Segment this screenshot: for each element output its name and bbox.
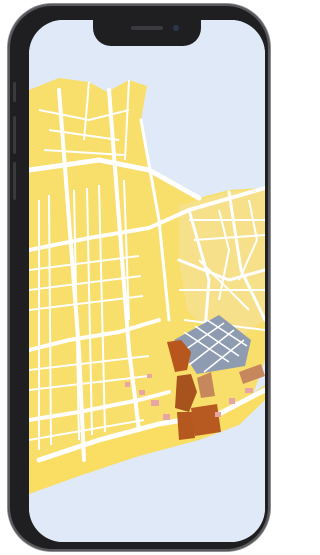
map-screen[interactable] xyxy=(29,20,265,542)
screen-notch xyxy=(93,20,201,46)
silent-switch xyxy=(13,82,16,102)
front-camera-icon xyxy=(173,25,179,31)
volume-up-button xyxy=(13,116,16,154)
earpiece-speaker xyxy=(131,26,163,30)
volume-down-button xyxy=(13,162,16,200)
phone-frame xyxy=(8,4,270,551)
city-map[interactable] xyxy=(29,20,265,542)
